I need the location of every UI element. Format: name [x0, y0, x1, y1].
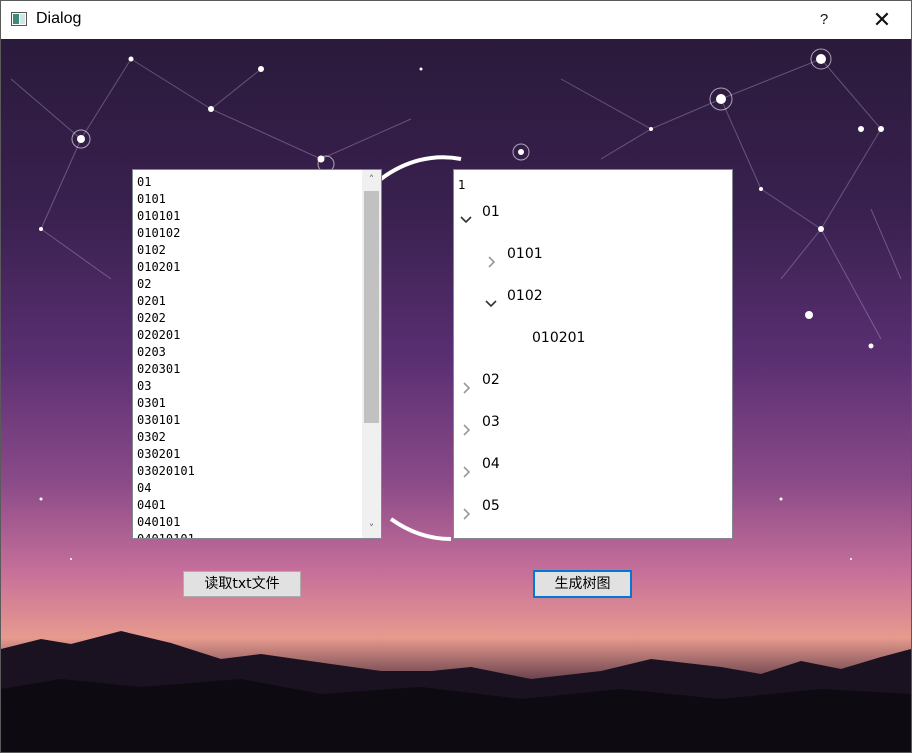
tree-item-label: 04 — [482, 456, 500, 472]
tree-item-label: 0101 — [507, 246, 543, 262]
tree-item-label: 05 — [482, 498, 500, 514]
tree-widget[interactable]: 1 01 0101 0102 010201 02 03 04 05 — [453, 169, 733, 539]
scrollbar-thumb[interactable] — [364, 191, 379, 423]
tree-item-label: 0102 — [507, 288, 543, 304]
list-item[interactable]: 0203 — [137, 344, 195, 361]
close-button[interactable]: ✕ — [859, 1, 905, 39]
vertical-scrollbar[interactable]: ˄ ˅ — [362, 170, 381, 538]
list-item[interactable]: 040101 — [137, 514, 195, 531]
list-item[interactable]: 010201 — [137, 259, 195, 276]
list-item[interactable]: 03020101 — [137, 463, 195, 480]
list-item[interactable]: 010101 — [137, 208, 195, 225]
generate-tree-button[interactable]: 生成树图 — [533, 570, 632, 598]
help-button[interactable]: ? — [801, 1, 847, 39]
list-item[interactable]: 01 — [137, 174, 195, 191]
dialog-client-area: 01 0101 010101 010102 0102 010201 02 0201 0202 02… — [1, 39, 911, 752]
chevron-down-icon[interactable] — [483, 296, 499, 312]
list-item[interactable]: 0201 — [137, 293, 195, 310]
chevron-right-icon[interactable] — [458, 506, 474, 522]
tree-item-label: 02 — [482, 372, 500, 388]
tree-item-label: 010201 — [532, 330, 586, 346]
list-item[interactable]: 0302 — [137, 429, 195, 446]
app-icon — [11, 12, 27, 26]
list-item[interactable]: 020301 — [137, 361, 195, 378]
tree-item-label: 01 — [482, 204, 500, 220]
list-items: 01 0101 010101 010102 0102 010201 02 0201 0202 02… — [137, 174, 195, 538]
list-item[interactable]: 0401 — [137, 497, 195, 514]
list-item[interactable]: 030101 — [137, 412, 195, 429]
list-item[interactable]: 0102 — [137, 242, 195, 259]
list-widget[interactable]: 01 0101 010101 010102 0102 010201 02 0201 0202 02… — [132, 169, 382, 539]
chevron-right-icon[interactable] — [483, 254, 499, 270]
list-item[interactable]: 0101 — [137, 191, 195, 208]
chevron-down-icon[interactable] — [458, 212, 474, 228]
list-item[interactable]: 030201 — [137, 446, 195, 463]
chevron-right-icon[interactable] — [458, 422, 474, 438]
chevron-right-icon[interactable] — [458, 464, 474, 480]
read-txt-file-button[interactable]: 读取txt文件 — [183, 571, 301, 597]
dialog-window: Dialog ? ✕ 01 0101 010101 010102 0102 01… — [0, 0, 912, 753]
chevron-down-icon[interactable]: ˅ — [362, 519, 381, 538]
tree-header-label: 1 — [458, 178, 466, 192]
chevron-right-icon[interactable] — [458, 380, 474, 396]
title-bar: Dialog ? ✕ — [1, 1, 911, 39]
window-title: Dialog — [36, 10, 82, 27]
list-item[interactable]: 020201 — [137, 327, 195, 344]
tree-item-label: 03 — [482, 414, 500, 430]
list-item[interactable]: 04 — [137, 480, 195, 497]
list-item[interactable]: 0301 — [137, 395, 195, 412]
list-item[interactable]: 02 — [137, 276, 195, 293]
list-item[interactable]: 0202 — [137, 310, 195, 327]
list-item[interactable]: 010102 — [137, 225, 195, 242]
list-item[interactable]: 04010101 — [137, 531, 195, 538]
chevron-up-icon[interactable]: ˄ — [362, 170, 381, 189]
list-item[interactable]: 03 — [137, 378, 195, 395]
